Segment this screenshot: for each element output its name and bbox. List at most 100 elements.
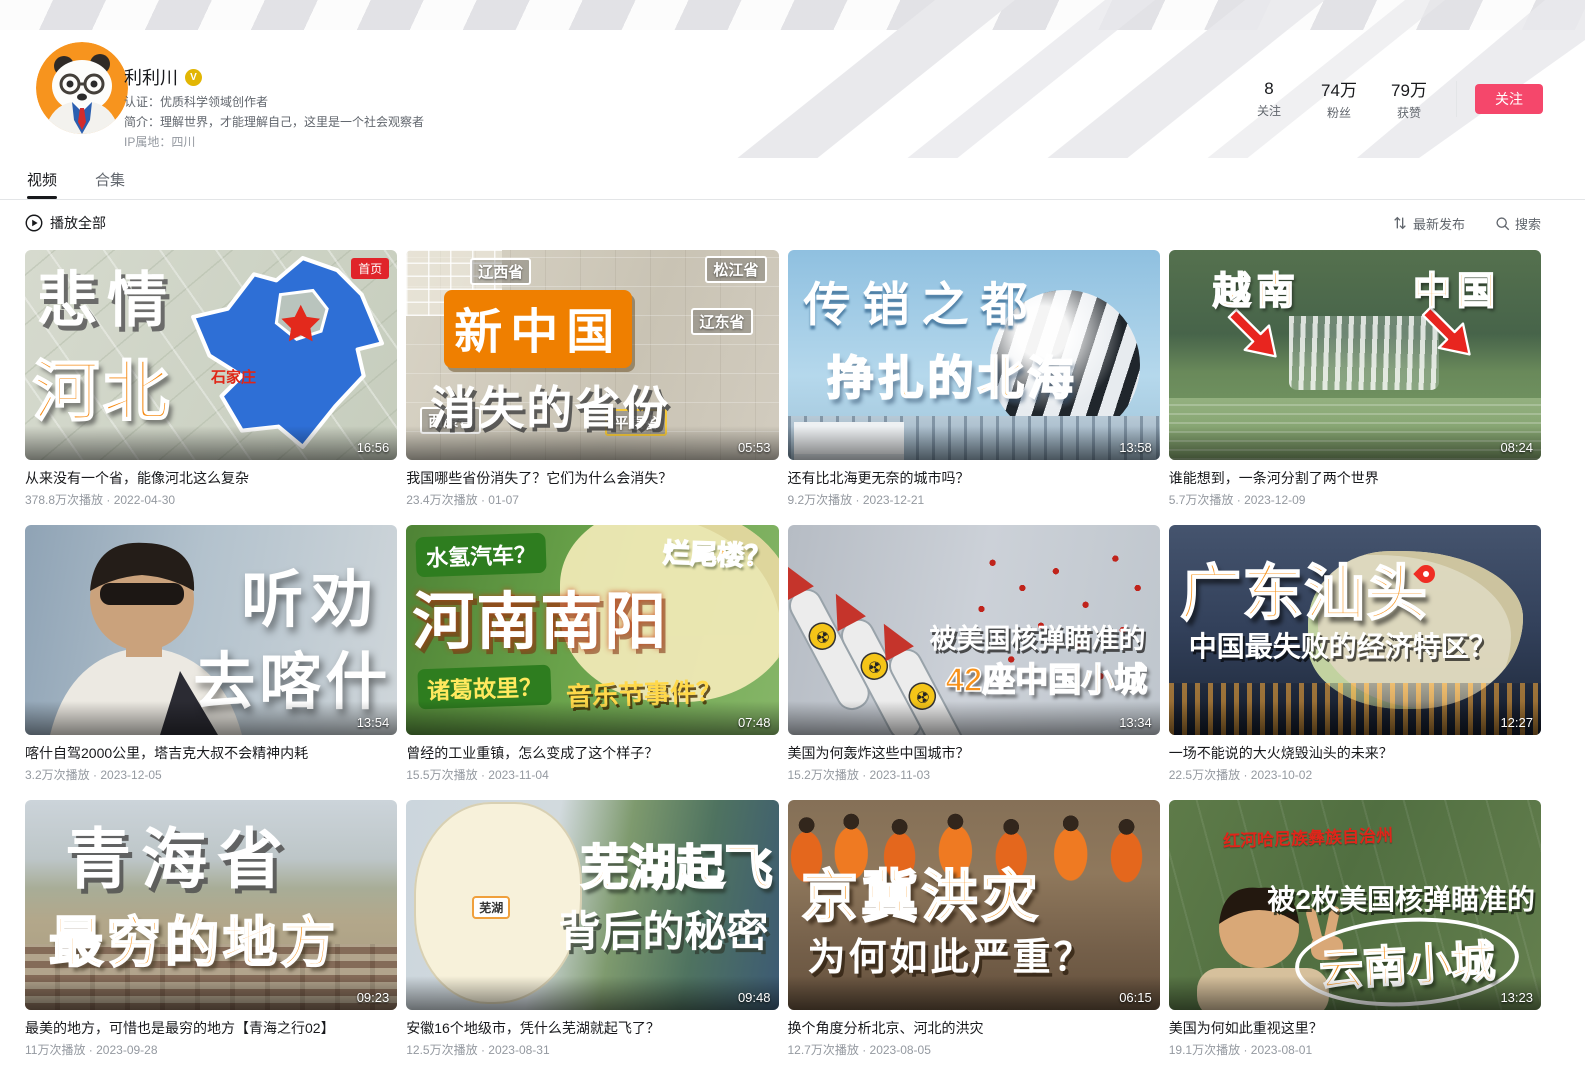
- play-all-button[interactable]: 播放全部: [25, 213, 106, 233]
- video-card[interactable]: 16:56 悲情河北石家庄首页 从来没有一个省，能像河北这么复杂 378.8万次…: [25, 250, 397, 508]
- video-duration: 08:24: [1500, 440, 1533, 455]
- video-card[interactable]: 12:27 广东汕头中国最失败的经济特区？ 一场不能说的大火烧毁汕头的未来？ 2…: [1169, 525, 1541, 783]
- avatar[interactable]: [36, 42, 128, 134]
- video-title[interactable]: 我国哪些省份消失了？它们为什么会消失？: [406, 469, 778, 488]
- video-thumbnail[interactable]: 13:23 红河哈尼族彝族自治州被2枚美国核弹瞄准的云南小城: [1169, 800, 1541, 1010]
- video-meta: 15.5万次播放 · 2023-11-04: [406, 768, 778, 783]
- thumb-text-main: 传销之都: [804, 266, 1040, 335]
- video-card[interactable]: 07:48 水氢汽车？烂尾楼？河南南阳诸葛故里？音乐节事件？ 曾经的工业重镇，怎…: [406, 525, 778, 783]
- search-button[interactable]: 搜索: [1495, 214, 1541, 233]
- search-icon: [1495, 216, 1510, 231]
- video-thumbnail[interactable]: 09:23 青海省最穷的地方: [25, 800, 397, 1010]
- thumb-text-main: 被2枚美国核弹瞄准的: [1267, 878, 1535, 918]
- tab-videos[interactable]: 视频: [25, 158, 59, 199]
- video-card[interactable]: 09:48 芜湖芜湖起飞背后的秘密 安徽16个地级市，凭什么芜湖就起飞了？ 12…: [406, 800, 778, 1058]
- tab-bar: 视频 合集: [0, 158, 1585, 200]
- thumb-text-main: 悲情: [37, 252, 177, 339]
- video-meta: 19.1万次播放 · 2023-08-01: [1169, 1043, 1541, 1058]
- video-card[interactable]: 09:23 青海省最穷的地方 最美的地方，可惜也是最穷的地方【青海之行02】 1…: [25, 800, 397, 1058]
- video-title[interactable]: 美国为何轰炸这些中国城市？: [788, 744, 1160, 763]
- video-duration: 06:15: [1119, 990, 1152, 1005]
- video-duration: 12:27: [1500, 715, 1533, 730]
- tab-collections[interactable]: 合集: [93, 158, 127, 199]
- country-label: 越南: [1213, 260, 1301, 315]
- video-title[interactable]: 谁能想到，一条河分割了两个世界: [1169, 469, 1541, 488]
- thumb-text-accent: 京冀洪灾: [802, 852, 1042, 933]
- video-thumbnail[interactable]: 05:53 辽西省松江省辽东省西康省平原省新中国消失的省份: [406, 250, 778, 460]
- video-card[interactable]: 13:58 传销之都挣扎的北海 还有比北海更无奈的城市吗？ 9.2万次播放 · …: [788, 250, 1160, 508]
- ip-location-line: IP属地：四川: [124, 135, 424, 150]
- thumb-text-accent: 42座中国小城: [946, 653, 1148, 701]
- thumb-text-accent: 河北: [33, 338, 173, 434]
- thumb-text-accent: 新中国: [444, 290, 632, 368]
- city-lights-icon: [1169, 683, 1541, 735]
- video-title[interactable]: 还有比北海更无奈的城市吗？: [788, 469, 1160, 488]
- video-meta: 3.2万次播放 · 2023-12-05: [25, 768, 397, 783]
- corner-badge: 首页: [351, 258, 389, 279]
- thumb-text-main: 消失的省份: [430, 372, 670, 438]
- thumb-text-main: 被美国核弹瞄准的: [930, 617, 1146, 656]
- video-thumbnail[interactable]: 16:56 悲情河北石家庄首页: [25, 250, 397, 460]
- video-grid: 16:56 悲情河北石家庄首页 从来没有一个省，能像河北这么复杂 378.8万次…: [0, 246, 1585, 1058]
- video-thumbnail[interactable]: 06:15 京冀洪灾为何如此严重？: [788, 800, 1160, 1010]
- video-thumbnail[interactable]: 13:58 传销之都挣扎的北海: [788, 250, 1160, 460]
- video-title[interactable]: 安徽16个地级市，凭什么芜湖就起飞了？: [406, 1019, 778, 1038]
- topic-tag: 诸葛故里？: [418, 665, 552, 710]
- topic-tag: 烂尾楼？: [662, 531, 771, 574]
- thumb-text-main: 青海省: [65, 806, 293, 902]
- video-duration: 13:34: [1119, 715, 1152, 730]
- water-icon: [1169, 398, 1541, 460]
- follow-button[interactable]: 关注: [1475, 84, 1543, 114]
- video-thumbnail[interactable]: 09:48 芜湖芜湖起飞背后的秘密: [406, 800, 778, 1010]
- video-card[interactable]: 13:23 红河哈尼族彝族自治州被2枚美国核弹瞄准的云南小城 美国为何如此重视这…: [1169, 800, 1541, 1058]
- verified-badge-icon: V: [185, 69, 202, 86]
- video-duration: 05:53: [738, 440, 771, 455]
- video-title[interactable]: 最美的地方，可惜也是最穷的地方【青海之行02】: [25, 1019, 397, 1038]
- certification-line: 认证：优质科学领域创作者: [124, 95, 424, 110]
- province-label: 辽西省: [470, 258, 531, 285]
- video-thumbnail[interactable]: 08:24 越南 中国: [1169, 250, 1541, 460]
- stat-likes[interactable]: 79万 获赞: [1380, 76, 1438, 121]
- stat-followers[interactable]: 74万 粉丝: [1310, 76, 1368, 121]
- video-duration: 13:58: [1119, 440, 1152, 455]
- video-meta: 22.5万次播放 · 2023-10-02: [1169, 768, 1541, 783]
- video-thumbnail[interactable]: 12:27 广东汕头中国最失败的经济特区？: [1169, 525, 1541, 735]
- play-circle-icon: [25, 214, 43, 232]
- bio-line: 简介：理解世界，才能理解自己，这里是一个社会观察者: [124, 115, 424, 130]
- video-meta: 15.2万次播放 · 2023-11-03: [788, 768, 1160, 783]
- city-strip-icon: [788, 416, 1160, 460]
- video-title[interactable]: 曾经的工业重镇，怎么变成了这个样子？: [406, 744, 778, 763]
- video-thumbnail[interactable]: 13:54 听劝去喀什: [25, 525, 397, 735]
- video-duration: 09:23: [357, 990, 390, 1005]
- map-region-label: 红河哈尼族彝族自治州: [1222, 821, 1393, 852]
- video-duration: 07:48: [738, 715, 771, 730]
- topic-tag: 音乐节事件？: [566, 671, 723, 713]
- thumb-text-main: 去喀什: [193, 631, 391, 721]
- video-thumbnail[interactable]: 13:34 ☢被美国核弹瞄准的42座中国小城: [788, 525, 1160, 735]
- sort-button[interactable]: 最新发布: [1392, 214, 1465, 233]
- video-card[interactable]: 08:24 越南中国 谁能想到，一条河分割了两个世界 5.7万次播放 · 202…: [1169, 250, 1541, 508]
- video-card[interactable]: 06:15 京冀洪灾为何如此严重？ 换个角度分析北京、河北的洪灾 12.7万次播…: [788, 800, 1160, 1058]
- video-meta: 12.5万次播放 · 2023-08-31: [406, 1043, 778, 1058]
- video-card[interactable]: 13:54 听劝去喀什 喀什自驾2000公里，塔吉克大叔不会精神内耗 3.2万次…: [25, 525, 397, 783]
- video-thumbnail[interactable]: 07:48 水氢汽车？烂尾楼？河南南阳诸葛故里？音乐节事件？: [406, 525, 778, 735]
- video-card[interactable]: 05:53 辽西省松江省辽东省西康省平原省新中国消失的省份 我国哪些省份消失了？…: [406, 250, 778, 508]
- video-duration: 13:23: [1500, 990, 1533, 1005]
- video-meta: 9.2万次播放 · 2023-12-21: [788, 493, 1160, 508]
- video-title[interactable]: 喀什自驾2000公里，塔吉克大叔不会精神内耗: [25, 744, 397, 763]
- video-card[interactable]: 13:34 ☢被美国核弹瞄准的42座中国小城 美国为何轰炸这些中国城市？ 15.…: [788, 525, 1160, 783]
- video-title[interactable]: 美国为何如此重视这里？: [1169, 1019, 1541, 1038]
- video-meta: 12.7万次播放 · 2023-08-05: [788, 1043, 1160, 1058]
- video-title[interactable]: 一场不能说的大火烧毁汕头的未来？: [1169, 744, 1541, 763]
- video-title[interactable]: 换个角度分析北京、河北的洪灾: [788, 1019, 1160, 1038]
- province-label: 辽东省: [691, 308, 752, 335]
- video-duration: 16:56: [357, 440, 390, 455]
- thumb-text-main: 为何如此严重？: [808, 926, 1095, 981]
- video-title[interactable]: 从来没有一个省，能像河北这么复杂: [25, 469, 397, 488]
- thumb-text-main: 中国最失败的经济特区？: [1189, 625, 1497, 665]
- thumb-text-main: 河南南阳: [412, 571, 668, 661]
- hebei-map-icon: [182, 256, 387, 454]
- stat-following[interactable]: 8 关注: [1240, 79, 1298, 119]
- divider: [1456, 81, 1457, 117]
- country-label: 中国: [1413, 260, 1501, 315]
